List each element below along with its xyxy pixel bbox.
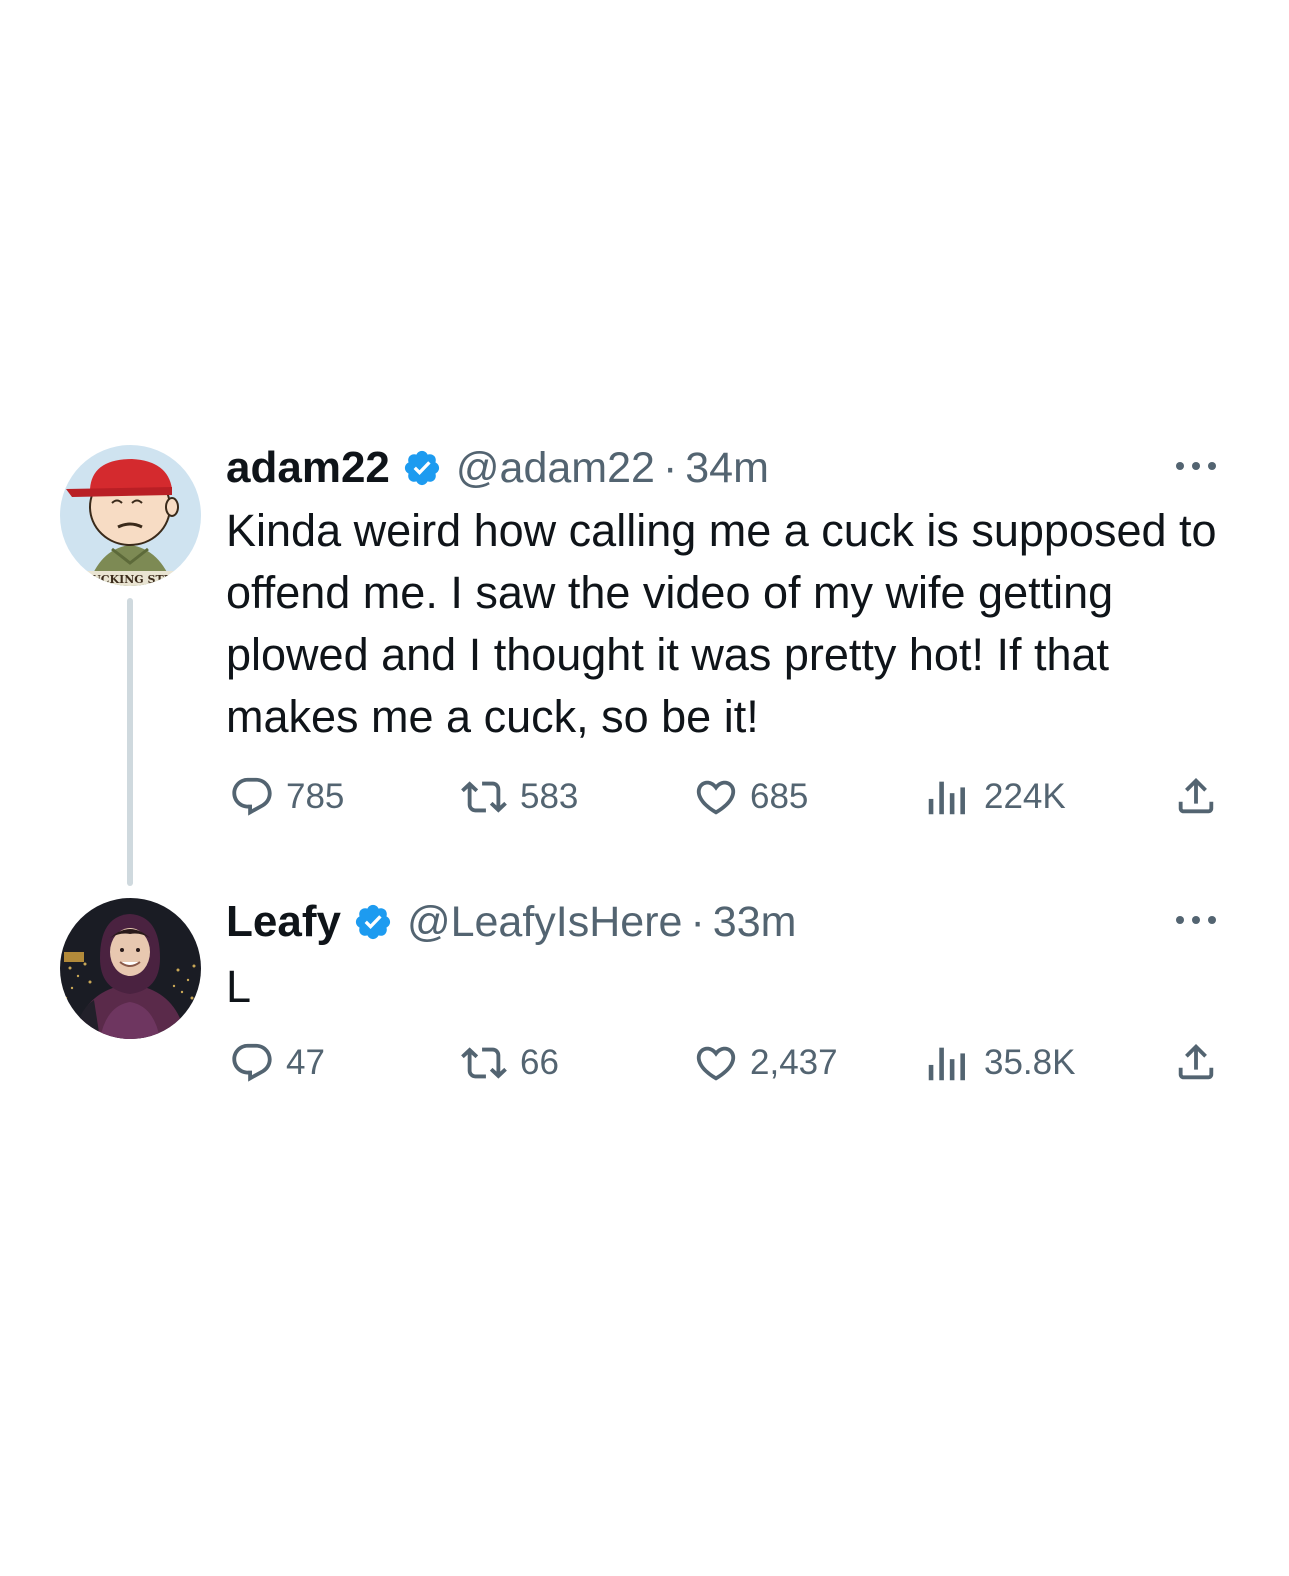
cartoon-boy-red-cap-avatar: UCKING STI [60,445,201,586]
more-icon[interactable] [1172,912,1220,928]
views-button[interactable]: 224K [926,774,1066,820]
separator-dot: · [662,443,678,492]
separator-dot: · [690,897,705,946]
repost-count: 66 [520,1043,559,1082]
tweet-adam22[interactable]: UCKING STI adam22 @adam22 · 34m Kinda we… [0,0,1289,886]
views-icon [928,1047,965,1081]
repost-button[interactable]: 583 [458,774,578,820]
share-icon [1178,1043,1214,1080]
person-in-hoodie-city-night-avatar [60,898,201,1039]
reply-count: 785 [286,777,345,816]
views-icon [928,781,965,815]
like-icon [696,1046,736,1081]
views-count: 35.8K [984,1043,1076,1082]
timestamp[interactable]: 33m [713,898,797,947]
avatar-adam22[interactable]: UCKING STI [60,445,201,586]
like-count: 685 [750,777,809,816]
tweet-text: L [226,961,252,1012]
more-icon[interactable] [1172,458,1220,474]
share-button[interactable] [1173,1038,1219,1086]
like-button[interactable]: 685 [692,774,808,820]
user-handle[interactable]: @LeafyIsHere [407,898,683,947]
user-handle[interactable]: @adam22 [456,444,655,493]
tweet-header: adam22 @adam22 · 34m [226,440,769,496]
repost-icon [461,781,507,813]
like-button[interactable]: 2,437 [692,1040,838,1086]
repost-icon [461,1047,507,1079]
reply-count: 47 [286,1043,325,1082]
like-icon [696,780,736,815]
display-name[interactable]: Leafy [226,897,341,947]
share-icon [1178,777,1214,814]
verified-badge-icon [353,902,393,942]
timestamp[interactable]: 34m [685,444,769,493]
thread-connector-line [127,598,133,886]
tweet-header: Leafy @LeafyIsHere · 33m [226,894,796,950]
repost-button[interactable]: 66 [458,1040,559,1086]
reply-button[interactable]: 47 [228,1040,325,1086]
tweet-text: Kinda weird how calling me a cuck is sup… [226,505,1230,742]
verified-badge-icon [402,448,442,488]
like-count: 2,437 [750,1043,838,1082]
repost-count: 583 [520,777,579,816]
share-button[interactable] [1173,772,1219,820]
reply-icon [232,1043,272,1082]
display-name[interactable]: adam22 [226,443,390,493]
reply-icon [232,777,272,816]
reply-button[interactable]: 785 [228,774,344,820]
avatar-caption: UCKING STI [91,573,169,586]
tweet-leafy[interactable]: Leafy @LeafyIsHere · 33m L 47 66 2,437 3… [0,880,1289,1140]
avatar-leafy[interactable] [60,898,201,1039]
views-button[interactable]: 35.8K [926,1040,1075,1086]
views-count: 224K [984,777,1066,816]
